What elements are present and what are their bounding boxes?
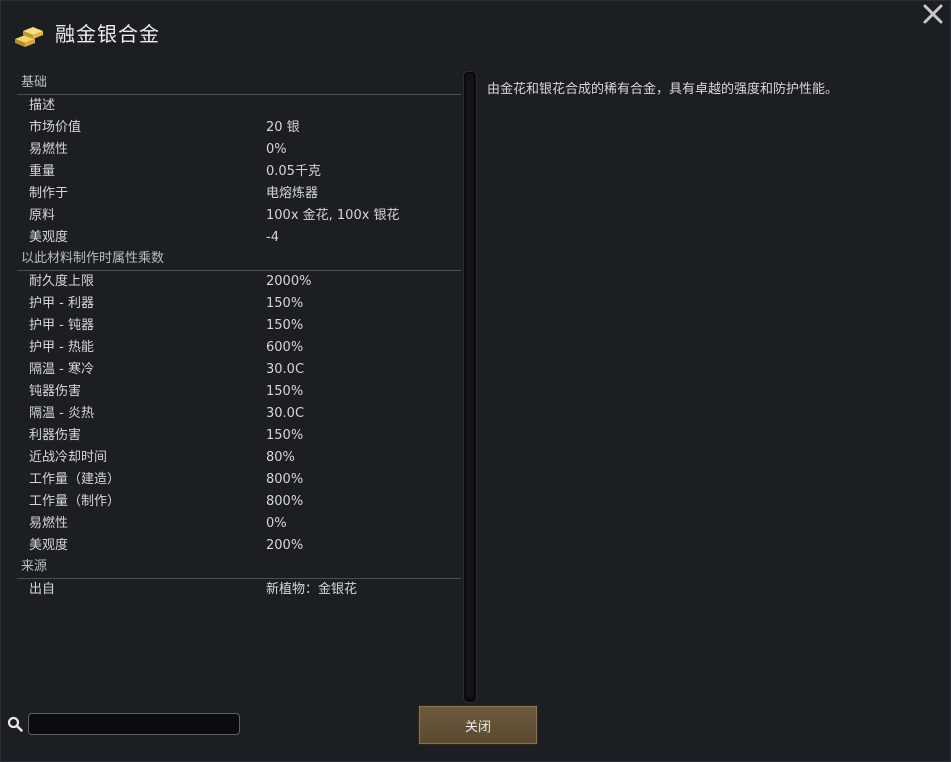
stat-value: 新植物：金银花 [266, 582, 358, 597]
stat-value: 0% [266, 142, 287, 157]
stat-row[interactable]: 出自 新植物：金银花 [17, 579, 461, 601]
stat-value: 150% [266, 318, 304, 333]
stat-row[interactable]: 易燃性 0% [17, 513, 461, 535]
dialog-title: 融金银合金 [55, 22, 160, 46]
stat-label: 美观度 [29, 230, 69, 245]
stats-panel: 基础描述市场价值 20 银易燃性 0% 重量 0.05千克制作于 电熔炼器原料 100x 金… [17, 73, 461, 601]
close-icon[interactable] [922, 3, 944, 25]
close-button[interactable]: 关闭 [418, 705, 538, 745]
stat-value: 30.0C [266, 406, 305, 421]
stat-label: 工作量（建造） [29, 472, 121, 487]
stat-label: 制作于 [29, 186, 69, 201]
stat-value: 150% [266, 384, 304, 399]
stat-label: 市场价值 [29, 120, 82, 135]
stat-row[interactable]: 隔温 - 炎热 30.0C [17, 403, 461, 425]
section-header: 来源 [17, 557, 461, 579]
stat-label: 隔温 - 寒冷 [29, 362, 94, 377]
scrollbar-thumb[interactable] [466, 74, 474, 698]
stat-row[interactable]: 美观度 -4 [17, 227, 461, 249]
stat-value: 20 银 [266, 120, 300, 135]
stat-row[interactable]: 描述 [17, 95, 461, 117]
scrollbar[interactable] [463, 71, 477, 703]
stat-label: 近战冷却时间 [29, 450, 108, 465]
stat-label: 工作量（制作） [29, 494, 121, 509]
stat-row[interactable]: 易燃性 0% [17, 139, 461, 161]
stat-label: 美观度 [29, 538, 69, 553]
stat-label: 利器伤害 [29, 428, 82, 443]
stat-row[interactable]: 护甲 - 利器 150% [17, 293, 461, 315]
stat-row[interactable]: 美观度 200% [17, 535, 461, 557]
stat-label: 易燃性 [29, 516, 69, 531]
stat-row[interactable]: 制作于 电熔炼器 [17, 183, 461, 205]
info-dialog: 融金银合金 基础描述市场价值 20 银易燃性 0% 重量 0.05千克制作于 电熔炼器原料… [0, 0, 951, 762]
stat-value: 800% [266, 472, 304, 487]
stat-label: 重量 [29, 164, 56, 179]
stat-label: 原料 [29, 208, 56, 223]
stat-row[interactable]: 原料 100x 金花, 100x 银花 [17, 205, 461, 227]
stat-value: 电熔炼器 [266, 186, 319, 201]
stat-value: 80% [266, 450, 295, 465]
stat-label: 出自 [29, 582, 56, 597]
stat-row[interactable]: 重量 0.05千克 [17, 161, 461, 183]
stat-row[interactable]: 利器伤害 150% [17, 425, 461, 447]
stat-value: 30.0C [266, 362, 305, 377]
stat-row[interactable]: 近战冷却时间 80% [17, 447, 461, 469]
stat-value: 2000% [266, 274, 312, 289]
stat-label: 钝器伤害 [29, 384, 82, 399]
stat-value: 100x 金花, 100x 银花 [266, 208, 400, 223]
stat-row[interactable]: 护甲 - 钝器 150% [17, 315, 461, 337]
stat-label: 描述 [29, 98, 56, 113]
description-text: 由金花和银花合成的稀有合金，具有卓越的强度和防护性能。 [487, 82, 839, 97]
stat-row[interactable]: 护甲 - 热能 600% [17, 337, 461, 359]
search-icon [7, 716, 23, 732]
stat-value: 0% [266, 516, 287, 531]
stat-label: 护甲 - 钝器 [29, 318, 94, 333]
stat-label: 护甲 - 利器 [29, 296, 94, 311]
stat-label: 护甲 - 热能 [29, 340, 94, 355]
stat-value: 150% [266, 428, 304, 443]
stat-value: 600% [266, 340, 304, 355]
stat-label: 耐久度上限 [29, 274, 95, 289]
stat-value: -4 [266, 230, 279, 245]
stat-label: 易燃性 [29, 142, 69, 157]
section-header: 基础 [17, 73, 461, 95]
stat-row[interactable]: 工作量（制作） 800% [17, 491, 461, 513]
stat-row[interactable]: 市场价值 20 银 [17, 117, 461, 139]
stat-value: 150% [266, 296, 304, 311]
stat-label: 隔温 - 炎热 [29, 406, 94, 421]
stat-row[interactable]: 隔温 - 寒冷 30.0C [17, 359, 461, 381]
stat-value: 0.05千克 [266, 164, 321, 179]
section-header: 以此材料制作时属性乘数 [17, 249, 461, 271]
stat-value: 800% [266, 494, 304, 509]
stat-row[interactable]: 钝器伤害 150% [17, 381, 461, 403]
gold-bars-icon [15, 27, 43, 47]
stat-row[interactable]: 工作量（建造） 800% [17, 469, 461, 491]
stat-value: 200% [266, 538, 304, 553]
stat-row[interactable]: 耐久度上限 2000% [17, 271, 461, 293]
search-input[interactable] [28, 713, 240, 735]
